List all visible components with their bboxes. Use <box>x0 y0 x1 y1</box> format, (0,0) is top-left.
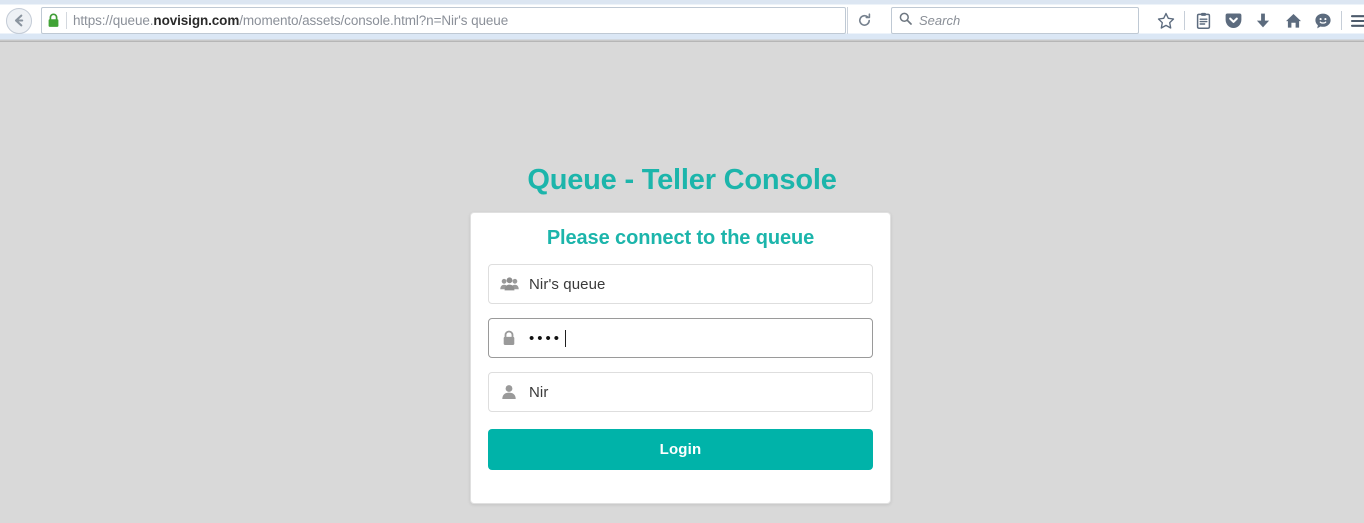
page-content: Queue - Teller Console Please connect to… <box>0 42 1364 522</box>
url-bar[interactable]: https://queue.novisign.com/momento/asset… <box>41 7 846 34</box>
lock-icon <box>489 330 529 346</box>
reader-list-icon[interactable] <box>1188 7 1218 35</box>
padlock-secure-icon[interactable] <box>42 8 64 33</box>
search-input[interactable]: Search <box>891 7 1139 34</box>
teller-name-value: Nir <box>529 383 549 401</box>
url-host: novisign.com <box>153 13 240 28</box>
users-group-icon <box>489 276 529 292</box>
url-path: /momento/assets/console.html?n=Nir's que… <box>239 13 509 28</box>
user-icon <box>489 384 529 400</box>
queue-name-field[interactable]: Nir's queue <box>488 264 873 304</box>
page-title: Queue - Teller Console <box>527 164 837 196</box>
feedback-smiley-icon[interactable] <box>1308 7 1338 35</box>
search-placeholder: Search <box>919 13 961 28</box>
browser-toolbar-icons <box>1151 7 1364 35</box>
teller-name-field[interactable]: Nir <box>488 372 873 412</box>
password-dots: •••• <box>529 329 563 347</box>
url-divider <box>66 12 67 29</box>
password-field[interactable]: •••• <box>488 318 873 358</box>
toolbar-divider-2 <box>1341 11 1342 30</box>
login-card: Please connect to the queue Nir's queue <box>470 212 891 504</box>
url-text: https://queue.novisign.com/momento/asset… <box>73 13 845 28</box>
card-title: Please connect to the queue <box>546 227 815 249</box>
queue-name-value: Nir's queue <box>529 275 606 293</box>
hamburger-menu-icon[interactable] <box>1345 7 1364 35</box>
pocket-save-icon[interactable] <box>1218 7 1248 35</box>
password-value: •••• <box>529 329 567 347</box>
reload-icon[interactable] <box>847 7 881 34</box>
back-arrow-icon[interactable] <box>6 7 32 34</box>
login-button[interactable]: Login <box>488 429 873 470</box>
text-caret <box>565 329 567 347</box>
browser-toolbar: https://queue.novisign.com/momento/asset… <box>0 0 1364 42</box>
toolbar-divider <box>1184 11 1185 30</box>
url-scheme: https://queue. <box>73 13 154 28</box>
bookmark-star-icon[interactable] <box>1151 7 1181 35</box>
home-icon[interactable] <box>1278 7 1308 35</box>
downloads-icon[interactable] <box>1248 7 1278 35</box>
search-icon <box>899 12 912 30</box>
